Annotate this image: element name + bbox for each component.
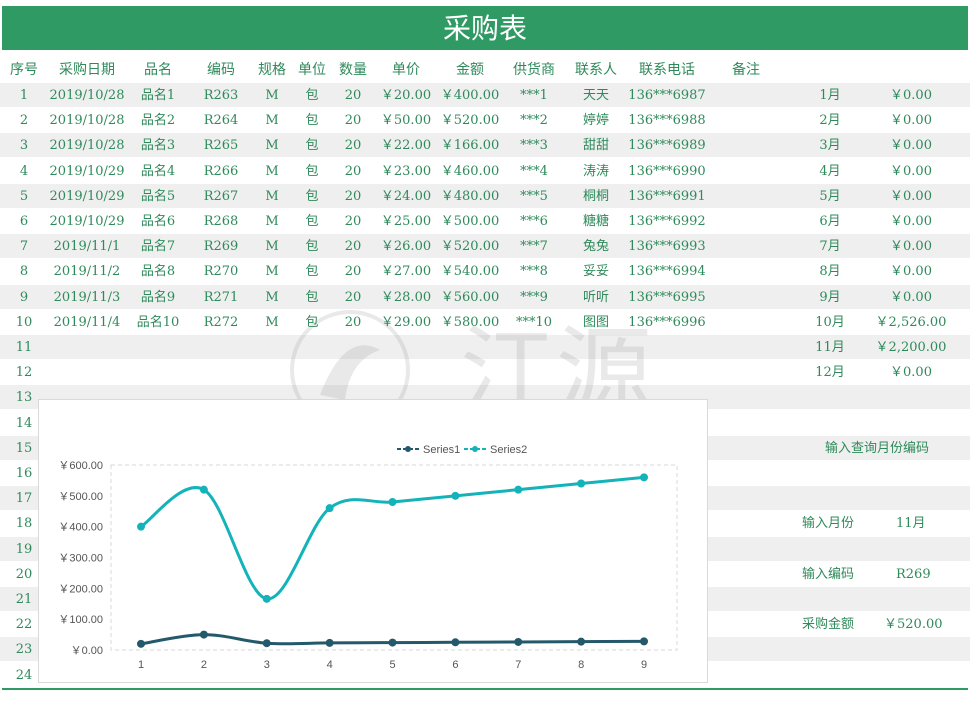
data-point xyxy=(137,522,145,531)
month-amount: ￥0.00 xyxy=(890,138,932,154)
data-point xyxy=(199,630,208,639)
x-tick-label: 1 xyxy=(138,659,144,671)
row-number: 12 xyxy=(15,365,33,381)
month-amount: ￥0.00 xyxy=(890,289,932,305)
bottom-border xyxy=(2,688,968,690)
x-tick-label: 8 xyxy=(578,659,584,671)
month-label: 8月 xyxy=(819,264,841,280)
purchase-chart[interactable]: ￥0.00 ￥100.00 ￥200.00 ￥300.00 ￥400.00 ￥500.00… xyxy=(38,399,708,683)
table-cell: 136***6991 xyxy=(628,188,706,204)
month-amount: ￥2,200.00 xyxy=(875,340,947,355)
table-cell: 136***6987 xyxy=(628,88,706,103)
table-cell: 136***6990 xyxy=(628,163,706,179)
data-point xyxy=(577,637,586,646)
month-amount: ￥0.00 xyxy=(890,214,932,229)
month-label: 12月 xyxy=(815,365,845,381)
data-point xyxy=(199,485,208,494)
x-tick-label: 6 xyxy=(452,659,458,671)
amount-value: ￥520.00 xyxy=(884,617,943,633)
y-tick-label: ￥200.00 xyxy=(58,583,103,595)
legend-marker xyxy=(405,446,411,452)
legend-label: Series2 xyxy=(490,444,527,456)
x-tick-label: 5 xyxy=(389,659,395,671)
table-cell: 136***6992 xyxy=(628,214,706,229)
y-tick-label: ￥400.00 xyxy=(58,522,103,534)
column-header: 联系人 xyxy=(575,62,617,78)
month-label: 11月 xyxy=(815,340,845,355)
data-point xyxy=(514,485,523,494)
month-label: 2月 xyxy=(819,113,841,129)
x-tick-label: 2 xyxy=(201,659,207,671)
month-amount: ￥0.00 xyxy=(890,365,932,381)
column-header: 联系电话 xyxy=(639,62,695,78)
month-label: 5月 xyxy=(819,188,841,204)
y-tick-label: ￥500.00 xyxy=(58,491,103,503)
series-line-series2 xyxy=(140,475,645,601)
month-input-value[interactable]: 11月 xyxy=(896,511,926,537)
legend-label: Series1 xyxy=(423,444,460,456)
table-cell: 136***6993 xyxy=(628,239,706,255)
y-tick-label: ￥300.00 xyxy=(58,553,103,565)
x-tick-label: 3 xyxy=(264,659,270,671)
month-amount: ￥0.00 xyxy=(890,264,932,280)
month-label: 1月 xyxy=(819,88,841,103)
month-amount: ￥0.00 xyxy=(890,88,932,103)
data-point xyxy=(577,479,586,488)
x-tick-label: 7 xyxy=(515,659,521,671)
table-cell: 136***6996 xyxy=(628,314,706,330)
data-point xyxy=(262,639,271,648)
column-header: 采购日期 xyxy=(59,62,115,78)
row-number: 11 xyxy=(15,340,33,355)
data-point xyxy=(451,491,460,500)
column-header: 备注 xyxy=(732,62,760,78)
code-input-value[interactable]: R269 xyxy=(896,562,931,588)
month-label: 6月 xyxy=(819,214,841,229)
data-point xyxy=(262,594,271,603)
data-point xyxy=(514,637,523,646)
sheet-title: 采购表 xyxy=(2,6,968,50)
y-tick-label: ￥600.00 xyxy=(58,460,103,472)
data-point xyxy=(388,638,397,647)
table-cell: 136***6994 xyxy=(628,264,706,280)
month-input-label: 输入月份 xyxy=(802,516,855,532)
code-input-label: 输入编码 xyxy=(802,566,855,582)
month-amount: ￥2,526.00 xyxy=(875,314,947,330)
month-amount: ￥0.00 xyxy=(890,188,932,204)
chart-svg: ￥0.00 ￥100.00 ￥200.00 ￥300.00 ￥400.00 ￥500.00… xyxy=(58,444,678,671)
amount-label: 采购金额 xyxy=(802,617,855,633)
month-amount: ￥0.00 xyxy=(890,113,932,129)
month-label: 3月 xyxy=(819,138,841,154)
table-cell: 136***6989 xyxy=(628,138,706,154)
month-label: 10月 xyxy=(815,314,845,330)
data-point xyxy=(388,498,397,506)
lookup-prompt: 输入查询月份编码 xyxy=(825,440,930,456)
table-cell: 136***6995 xyxy=(628,289,706,305)
legend-marker xyxy=(472,446,478,452)
y-tick-label: ￥0.00 xyxy=(71,645,103,657)
x-tick-label: 9 xyxy=(641,659,647,671)
data-point xyxy=(325,504,334,513)
month-amount: ￥0.00 xyxy=(890,163,932,179)
data-point xyxy=(325,638,334,647)
month-amount: ￥0.00 xyxy=(890,239,932,255)
y-tick-label: ￥100.00 xyxy=(58,614,103,626)
plot-area xyxy=(110,464,678,651)
data-point xyxy=(640,637,648,646)
month-label: 9月 xyxy=(819,289,841,305)
table-cell: 136***6988 xyxy=(628,113,706,129)
month-label: 7月 xyxy=(819,239,841,255)
month-label: 4月 xyxy=(819,163,841,179)
x-tick-label: 4 xyxy=(327,659,333,671)
data-point xyxy=(137,639,145,648)
data-point xyxy=(640,473,648,482)
data-point xyxy=(451,638,460,647)
